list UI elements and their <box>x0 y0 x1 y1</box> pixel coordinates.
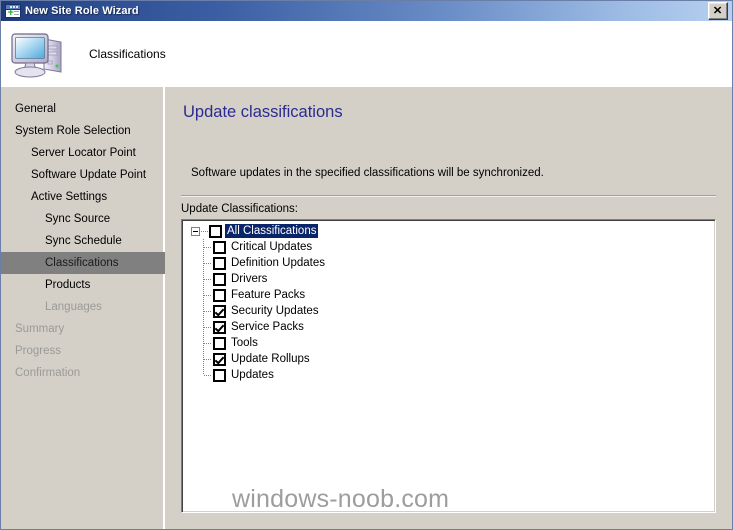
tree-connector <box>203 271 212 287</box>
update-classifications-label: Update Classifications: <box>181 203 298 215</box>
wizard-body: General System Role Selection Server Loc… <box>1 87 732 529</box>
tree-node-label: Critical Updates <box>231 241 313 253</box>
update-classifications-tree[interactable]: All Classifications Critical Updates Def… <box>181 219 716 513</box>
tree-node-label: Update Rollups <box>231 353 310 365</box>
tree-node-all-classifications[interactable]: All Classifications <box>182 223 715 239</box>
tree-connector <box>203 239 212 255</box>
tree-connector <box>203 367 212 383</box>
sidebar-item-languages: Languages <box>45 301 102 313</box>
page-description: Software updates in the specified classi… <box>191 167 544 179</box>
tree-node-tools[interactable]: Tools <box>182 335 715 351</box>
tree-connector <box>201 230 208 232</box>
tree-node-security-updates[interactable]: Security Updates <box>182 303 715 319</box>
tree-connector <box>203 303 212 319</box>
checkbox-updates[interactable] <box>213 368 226 382</box>
sidebar-item-server-locator-point[interactable]: Server Locator Point <box>1 142 163 164</box>
window-title: New Site Role Wizard <box>25 5 139 17</box>
tree-node-service-packs[interactable]: Service Packs <box>182 319 715 335</box>
checkbox-definition-updates[interactable] <box>213 256 226 270</box>
checkbox-security-updates[interactable] <box>213 304 226 318</box>
tree-connector <box>203 287 212 303</box>
sidebar-item-confirmation: Confirmation <box>15 367 81 379</box>
tree-node-feature-packs[interactable]: Feature Packs <box>182 287 715 303</box>
tree-node-label: All Classifications <box>225 224 319 238</box>
tree-node-label: Definition Updates <box>231 257 325 269</box>
wizard-header: Classifications <box>1 21 732 87</box>
checkbox-service-packs[interactable] <box>213 320 226 334</box>
horizontal-separator <box>181 195 716 197</box>
checkbox-drivers[interactable] <box>213 272 226 286</box>
sidebar-item-products[interactable]: Products <box>1 274 163 296</box>
header-title: Classifications <box>89 46 166 61</box>
checkbox-update-rollups[interactable] <box>213 352 226 366</box>
tree-connector <box>203 255 212 271</box>
sidebar-item-system-role-selection[interactable]: System Role Selection <box>1 120 163 142</box>
tree-node-label: Updates <box>231 369 274 381</box>
tree-node-label: Service Packs <box>231 321 304 333</box>
page-title: Update classifications <box>183 103 343 121</box>
title-bar[interactable]: + New Site Role Wizard ✕ <box>1 1 732 21</box>
tree-connector <box>203 319 212 335</box>
watermark-text: windows-noob.com <box>232 485 450 513</box>
tree-node-label: Tools <box>231 337 258 349</box>
sidebar-item-sync-source[interactable]: Sync Source <box>1 208 163 230</box>
tree-node-label: Drivers <box>231 273 268 285</box>
close-icon: ✕ <box>713 4 723 17</box>
collapse-icon[interactable] <box>191 226 200 236</box>
checkbox-critical-updates[interactable] <box>213 240 226 254</box>
tree-node-definition-updates[interactable]: Definition Updates <box>182 255 715 271</box>
tree-connector <box>203 335 212 351</box>
sidebar-item-sync-schedule[interactable]: Sync Schedule <box>1 230 163 252</box>
tree-node-drivers[interactable]: Drivers <box>182 271 715 287</box>
wizard-page-content: Update classifications Software updates … <box>165 87 732 529</box>
tree-node-updates[interactable]: Updates <box>182 367 715 383</box>
checkbox-feature-packs[interactable] <box>213 288 226 302</box>
checkbox-all-classifications[interactable] <box>209 224 222 238</box>
sidebar-item-active-settings[interactable]: Active Settings <box>1 186 163 208</box>
new-window-icon: + <box>5 4 21 18</box>
tree-node-critical-updates[interactable]: Critical Updates <box>182 239 715 255</box>
wizard-window: + New Site Role Wizard ✕ Classifications… <box>0 0 733 530</box>
wizard-step-nav: General System Role Selection Server Loc… <box>1 87 165 529</box>
tree-connector <box>203 351 212 367</box>
close-button[interactable]: ✕ <box>708 2 728 20</box>
tree-node-label: Security Updates <box>231 305 319 317</box>
sidebar-item-progress: Progress <box>15 345 62 357</box>
checkbox-tools[interactable] <box>213 336 226 350</box>
sidebar-item-general[interactable]: General <box>1 98 163 120</box>
computer-icon <box>9 28 67 80</box>
sidebar-item-software-update-point[interactable]: Software Update Point <box>1 164 163 186</box>
tree-node-label: Feature Packs <box>231 289 306 301</box>
sidebar-item-classifications[interactable]: Classifications <box>1 252 165 274</box>
tree-node-update-rollups[interactable]: Update Rollups <box>182 351 715 367</box>
sidebar-item-summary: Summary <box>15 323 65 335</box>
